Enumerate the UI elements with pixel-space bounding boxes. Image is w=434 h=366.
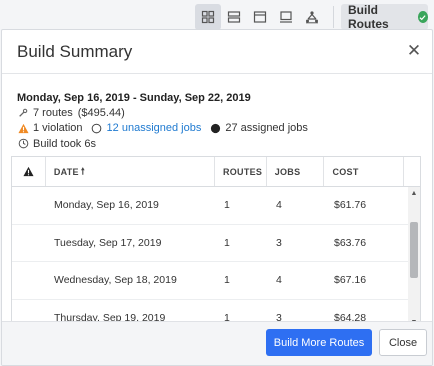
table-row[interactable]: Wednesday, Sep 18, 2019 1 4 $67.16 — [12, 262, 420, 300]
build-time: Build took 6s — [33, 137, 96, 150]
violation-column-header[interactable] — [12, 157, 46, 186]
table-header: DATE 🠕 ROUTES JOBS COST — [12, 157, 420, 187]
row-jobs: 4 — [276, 199, 282, 212]
list-view-icon — [227, 11, 241, 23]
row-cost: $63.76 — [334, 236, 367, 249]
grid-view-icon — [201, 10, 215, 24]
row-jobs: 3 — [276, 236, 282, 249]
row-jobs: 4 — [276, 274, 282, 287]
route-map-button[interactable] — [299, 4, 325, 30]
row-cost: $67.16 — [334, 274, 367, 287]
build-summary-dialog: Build Summary ✕ Monday, Sep 16, 2019 - S… — [1, 29, 433, 366]
monitor-view-button[interactable] — [273, 4, 299, 30]
row-date: Monday, Sep 16, 2019 — [54, 199, 159, 212]
routes-column-label: ROUTES — [222, 166, 263, 177]
panel-view-button[interactable] — [247, 4, 273, 30]
jobs-column-header[interactable]: JOBS — [267, 157, 325, 186]
jobs-summary: 1 violation 12 unassigned jobs 27 assign… — [17, 121, 308, 137]
row-routes: 1 — [224, 199, 230, 212]
list-view-button[interactable] — [221, 4, 247, 30]
wrench-icon — [17, 107, 29, 119]
row-routes: 1 — [224, 236, 230, 249]
empty-circle-icon — [91, 122, 103, 134]
row-date: Wednesday, Sep 18, 2019 — [54, 274, 177, 287]
grid-view-button[interactable] — [195, 4, 221, 30]
row-date: Tuesday, Sep 17, 2019 — [54, 236, 162, 249]
table-row[interactable]: Tuesday, Sep 17, 2019 1 3 $63.76 — [12, 225, 420, 262]
date-range: Monday, Sep 16, 2019 - Sunday, Sep 22, 2… — [17, 91, 251, 104]
date-column-header[interactable]: DATE 🠕 — [46, 157, 215, 186]
close-button[interactable]: Close — [379, 329, 427, 356]
header-spacer — [404, 157, 420, 186]
scrollbar-thumb[interactable] — [410, 222, 418, 278]
warning-icon — [23, 166, 34, 177]
dialog-footer: Build More Routes Close — [2, 321, 432, 365]
monitor-view-icon — [280, 11, 292, 23]
table-body: Monday, Sep 16, 2019 1 4 $61.76 Tuesday,… — [12, 187, 420, 326]
date-column-label: DATE — [53, 166, 79, 177]
close-icon[interactable]: ✕ — [406, 42, 422, 59]
routes-count: 7 routes — [33, 106, 73, 119]
sort-ascending-icon: 🠕 — [80, 165, 86, 176]
cost-column-label: COST — [332, 166, 359, 177]
row-cost: $61.76 — [334, 199, 367, 212]
assigned-jobs-count: 27 assigned jobs — [225, 122, 308, 135]
routes-summary: 7 routes ($495.44) — [17, 105, 308, 121]
jobs-column-label: JOBS — [274, 166, 301, 177]
dialog-title: Build Summary — [17, 42, 133, 61]
table-row[interactable]: Monday, Sep 16, 2019 1 4 $61.76 — [12, 187, 420, 225]
build-routes-label: Build Routes — [348, 3, 389, 31]
scroll-up-icon[interactable]: ▲ — [408, 187, 420, 199]
build-more-routes-button[interactable]: Build More Routes — [266, 329, 372, 356]
unassigned-jobs-link[interactable]: 12 unassigned jobs — [107, 122, 202, 134]
warning-icon — [17, 122, 29, 134]
build-routes-button[interactable]: Build Routes — [341, 3, 428, 31]
violations-count: 1 violation — [33, 122, 83, 135]
filled-circle-icon — [209, 122, 221, 134]
summary-section: Monday, Sep 16, 2019 - Sunday, Sep 22, 2… — [17, 90, 308, 152]
routes-cost: ($495.44) — [77, 106, 125, 119]
build-time-row: Build took 6s — [17, 136, 308, 152]
routes-column-header[interactable]: ROUTES — [215, 157, 267, 186]
check-circle-icon — [417, 11, 428, 23]
clock-icon — [17, 138, 29, 150]
toolbar-divider — [333, 6, 334, 28]
panel-view-icon — [253, 11, 267, 23]
dialog-header: Build Summary ✕ — [2, 30, 432, 74]
table-scrollbar[interactable]: ▲ ▼ — [408, 187, 420, 326]
routes-table: DATE 🠕 ROUTES JOBS COST Monday, Sep 16, … — [11, 156, 421, 327]
cost-column-header[interactable]: COST — [324, 157, 405, 186]
route-map-icon — [306, 11, 318, 24]
row-routes: 1 — [224, 274, 230, 287]
